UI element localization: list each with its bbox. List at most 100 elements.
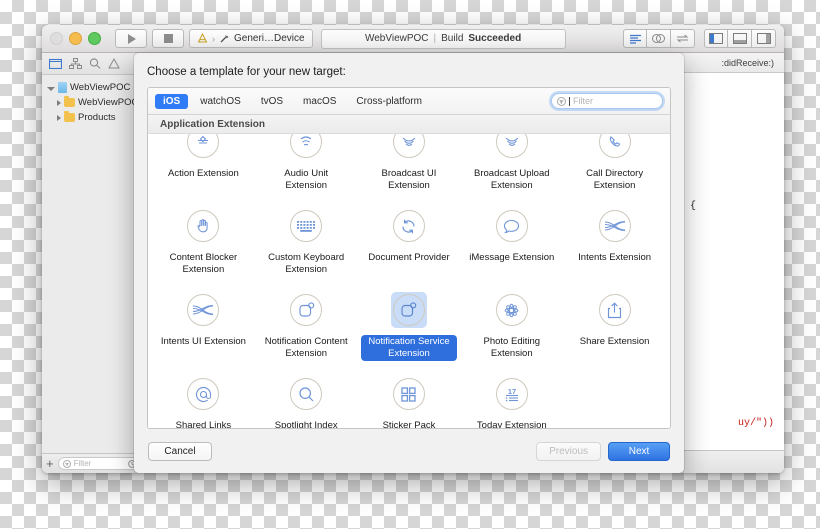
jumpbar-symbol: :didReceive:) — [721, 58, 774, 68]
template-label: Call Directory Extension — [567, 167, 663, 193]
project-file-icon — [58, 82, 67, 93]
template-label: Action Extension — [164, 167, 243, 181]
filter-icon — [63, 460, 71, 468]
platform-tab-cross-platform[interactable]: Cross-platform — [348, 94, 430, 109]
hand-icon — [187, 210, 219, 242]
action-extension-icon — [187, 134, 219, 158]
template-icon-wrap — [185, 292, 221, 328]
template-label: Intents UI Extension — [157, 335, 250, 349]
template-cell[interactable]: Notification Content Extension — [255, 282, 358, 366]
zoom-window-icon[interactable] — [88, 32, 101, 45]
magnifier-icon — [290, 378, 322, 410]
scheme-selector[interactable]: › Generi…Device — [189, 29, 313, 48]
broadcast-upload-icon — [496, 134, 528, 158]
text-caret — [569, 97, 570, 106]
stop-icon — [164, 34, 173, 43]
template-cell[interactable]: Photo Editing Extension — [460, 282, 563, 366]
template-icon-wrap — [391, 208, 427, 244]
speech-bubble-icon — [496, 210, 528, 242]
footer-right-buttons: Previous Next — [536, 442, 670, 461]
template-cell[interactable]: Content Blocker Extension — [152, 198, 255, 282]
sheet-footer: Cancel Previous Next — [134, 429, 684, 473]
template-cell[interactable]: Broadcast Upload Extension — [460, 134, 563, 198]
minimize-window-icon[interactable] — [69, 32, 82, 45]
template-icon-wrap — [597, 292, 633, 328]
template-icon-wrap — [185, 134, 221, 160]
template-cell[interactable]: Custom Keyboard Extension — [255, 198, 358, 282]
template-grid-scroll[interactable]: Action Extension Audio Unit Extension — [148, 134, 670, 428]
call-directory-icon — [599, 134, 631, 158]
template-cell[interactable]: Broadcast UI Extension — [358, 134, 461, 198]
folder-icon[interactable] — [49, 58, 62, 69]
template-label: Broadcast Upload Extension — [464, 167, 560, 193]
platform-tab-macos[interactable]: macOS — [295, 94, 344, 109]
bottom-panel-icon — [733, 33, 747, 44]
template-label: Intents Extension — [574, 251, 655, 265]
template-icon-wrap — [494, 134, 530, 160]
utilities-toggle-button[interactable] — [752, 29, 776, 48]
intents-waves-icon — [187, 294, 219, 326]
cancel-button[interactable]: Cancel — [148, 442, 212, 461]
broadcast-ui-icon — [393, 134, 425, 158]
platform-tab-tvos[interactable]: tvOS — [253, 94, 291, 109]
sheet-title: Choose a template for your new target: — [134, 53, 684, 87]
template-cell[interactable]: Intents UI Extension — [152, 282, 255, 366]
filter-icon — [557, 97, 566, 106]
template-icon-wrap — [288, 376, 324, 412]
refresh-arrows-icon — [393, 210, 425, 242]
disclosure-closed-icon[interactable] — [57, 115, 61, 121]
traffic-lights — [50, 32, 101, 45]
template-cell[interactable]: Audio Unit Extension — [255, 134, 358, 198]
disclosure-open-icon[interactable] — [47, 87, 55, 91]
template-icon-wrap — [391, 376, 427, 412]
template-cell[interactable]: iMessage Extension — [460, 198, 563, 282]
at-sign-icon — [187, 378, 219, 410]
version-editor-button[interactable] — [671, 29, 695, 48]
template-label: Spotlight Index — [271, 419, 342, 428]
stop-button[interactable] — [152, 29, 184, 48]
template-cell[interactable]: Call Directory Extension — [563, 134, 666, 198]
left-panel-icon — [709, 33, 723, 44]
disclosure-closed-icon[interactable] — [57, 100, 61, 106]
template-cell[interactable]: Spotlight Index — [255, 366, 358, 428]
navigator-toggle-button[interactable] — [704, 29, 728, 48]
play-icon — [128, 34, 136, 44]
window-toolbar: › Generi…Device WebViewPOC | Build Succe… — [42, 25, 784, 53]
add-file-button[interactable]: + — [46, 457, 54, 470]
template-label: iMessage Extension — [465, 251, 558, 265]
platform-tab-watchos[interactable]: watchOS — [192, 94, 249, 109]
template-cell[interactable]: Share Extension — [563, 282, 666, 366]
status-separator: | — [434, 33, 437, 44]
search-icon[interactable] — [89, 58, 101, 69]
template-cell[interactable]: Shared Links — [152, 366, 255, 428]
next-button[interactable]: Next — [608, 442, 670, 461]
warning-triangle-icon[interactable] — [108, 58, 120, 69]
notification-badge-icon — [290, 294, 322, 326]
platform-tab-ios[interactable]: iOS — [155, 94, 188, 109]
close-window-icon[interactable] — [50, 32, 63, 45]
standard-editor-button[interactable] — [623, 29, 647, 48]
two-arrows-icon — [675, 33, 690, 44]
template-cell-selected[interactable]: Notification Service Extension — [358, 282, 461, 366]
template-cell[interactable]: Action Extension — [152, 134, 255, 198]
run-button[interactable] — [115, 29, 147, 48]
assistant-editor-button[interactable] — [647, 29, 671, 48]
template-filter-field[interactable]: Filter — [551, 93, 663, 109]
previous-button[interactable]: Previous — [536, 442, 601, 461]
hierarchy-icon[interactable] — [69, 58, 82, 69]
template-cell[interactable]: 17 Today Extension — [460, 366, 563, 428]
folder-icon — [64, 113, 75, 122]
share-upload-icon — [599, 294, 631, 326]
template-cell[interactable]: Intents Extension — [563, 198, 666, 282]
hammer-icon — [219, 33, 230, 44]
filter-container: Filter — [551, 93, 663, 109]
toolbar-right-controls — [623, 29, 776, 48]
tree-label: Products — [78, 112, 116, 123]
template-label: Today Extension — [473, 419, 551, 428]
xcode-window: › Generi…Device WebViewPOC | Build Succe… — [42, 25, 784, 473]
debug-area-toggle-button[interactable] — [728, 29, 752, 48]
template-cell[interactable]: Document Provider — [358, 198, 461, 282]
template-cell[interactable]: Sticker Pack — [358, 366, 461, 428]
activity-status-view[interactable]: WebViewPOC | Build Succeeded — [321, 29, 566, 49]
template-icon-wrap — [185, 208, 221, 244]
